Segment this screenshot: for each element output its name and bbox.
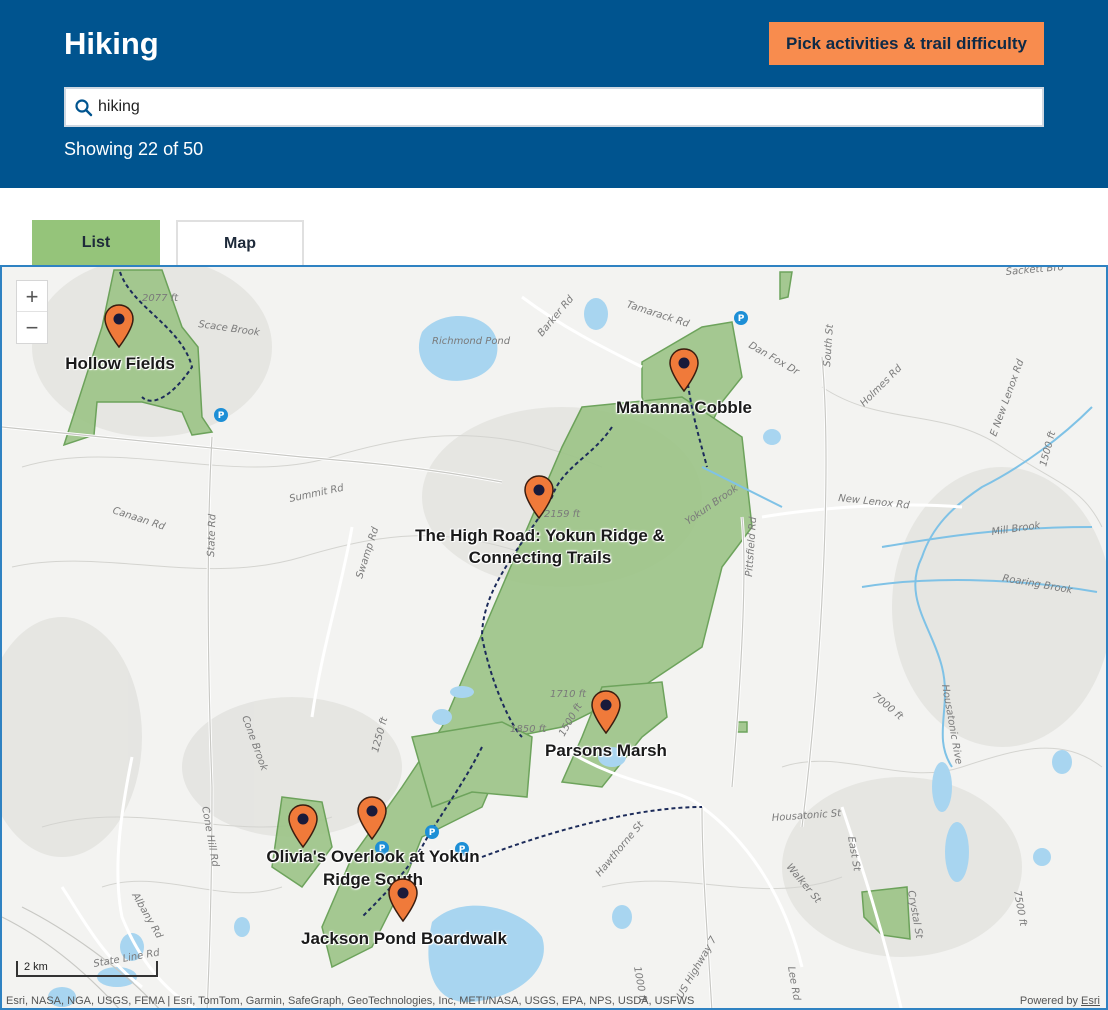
- powered-by-text: Powered by: [1019, 995, 1078, 1007]
- search-input[interactable]: hiking: [64, 87, 1044, 127]
- map-marker-parsons-marsh[interactable]: [591, 690, 621, 734]
- marker-label-high-road-line2: Connecting Trails: [468, 548, 612, 567]
- map-marker-hollow-fields[interactable]: [104, 304, 134, 348]
- marker-label-parsons-marsh: Parsons Marsh: [545, 741, 667, 760]
- powered-by: Powered by Esri: [1020, 995, 1100, 1007]
- marker-label-high-road-line1: The High Road: Yokun Ridge &: [415, 526, 665, 545]
- pick-activities-button[interactable]: Pick activities & trail difficulty: [769, 22, 1044, 65]
- search-value: hiking: [98, 98, 140, 115]
- zoom-out-button[interactable]: −: [17, 312, 47, 343]
- svg-text:P: P: [429, 828, 436, 838]
- results-count: Showing 22 of 50: [64, 139, 204, 159]
- zoom-controls: + −: [16, 280, 48, 344]
- search-icon: [75, 99, 93, 117]
- map-marker-high-road[interactable]: [524, 475, 554, 519]
- marker-label-jackson-pond: Jackson Pond Boardwalk: [301, 929, 507, 948]
- marker-label-mahanna-cobble: Mahanna Cobble: [615, 398, 752, 417]
- marker-label-olivias-line2: Ridge South: [322, 870, 424, 889]
- zoom-in-button[interactable]: +: [17, 281, 47, 312]
- esri-link[interactable]: Esri: [1081, 995, 1100, 1007]
- map-marker-mahanna-cobble[interactable]: [669, 348, 699, 392]
- map-view[interactable]: Richmond Pond Scace Brook Tamarack Rd Ba…: [0, 265, 1108, 1010]
- tab-map[interactable]: Map: [176, 220, 304, 266]
- map-marker-jackson-pond[interactable]: [388, 878, 418, 922]
- map-basemap: Richmond Pond Scace Brook Tamarack Rd Ba…: [2, 267, 1106, 1008]
- map-marker-olivias-overlook[interactable]: [288, 804, 318, 848]
- elev-3: 1710 ft: [550, 689, 587, 700]
- header: Hiking Pick activities & trail difficult…: [0, 0, 1108, 188]
- elev-4: 1850 ft: [510, 724, 547, 735]
- elev-1: 2077 ft: [142, 293, 179, 304]
- place-state-rd: State Rd: [206, 513, 219, 557]
- place-richmond-pond: Richmond Pond: [432, 336, 511, 347]
- svg-text:P: P: [218, 411, 225, 421]
- map-marker-yokun-ridge-south[interactable]: [357, 796, 387, 840]
- marker-label-hollow-fields: Hollow Fields: [65, 354, 175, 373]
- map-attribution: Esri, NASA, NGA, USGS, FEMA | Esri, TomT…: [6, 995, 695, 1007]
- marker-label-olivias-line1: Olivia's Overlook at Yokun: [266, 847, 480, 866]
- svg-text:P: P: [738, 314, 745, 324]
- tab-list[interactable]: List: [32, 220, 160, 266]
- page-title: Hiking: [64, 26, 159, 61]
- scale-bar: 2 km: [16, 961, 158, 977]
